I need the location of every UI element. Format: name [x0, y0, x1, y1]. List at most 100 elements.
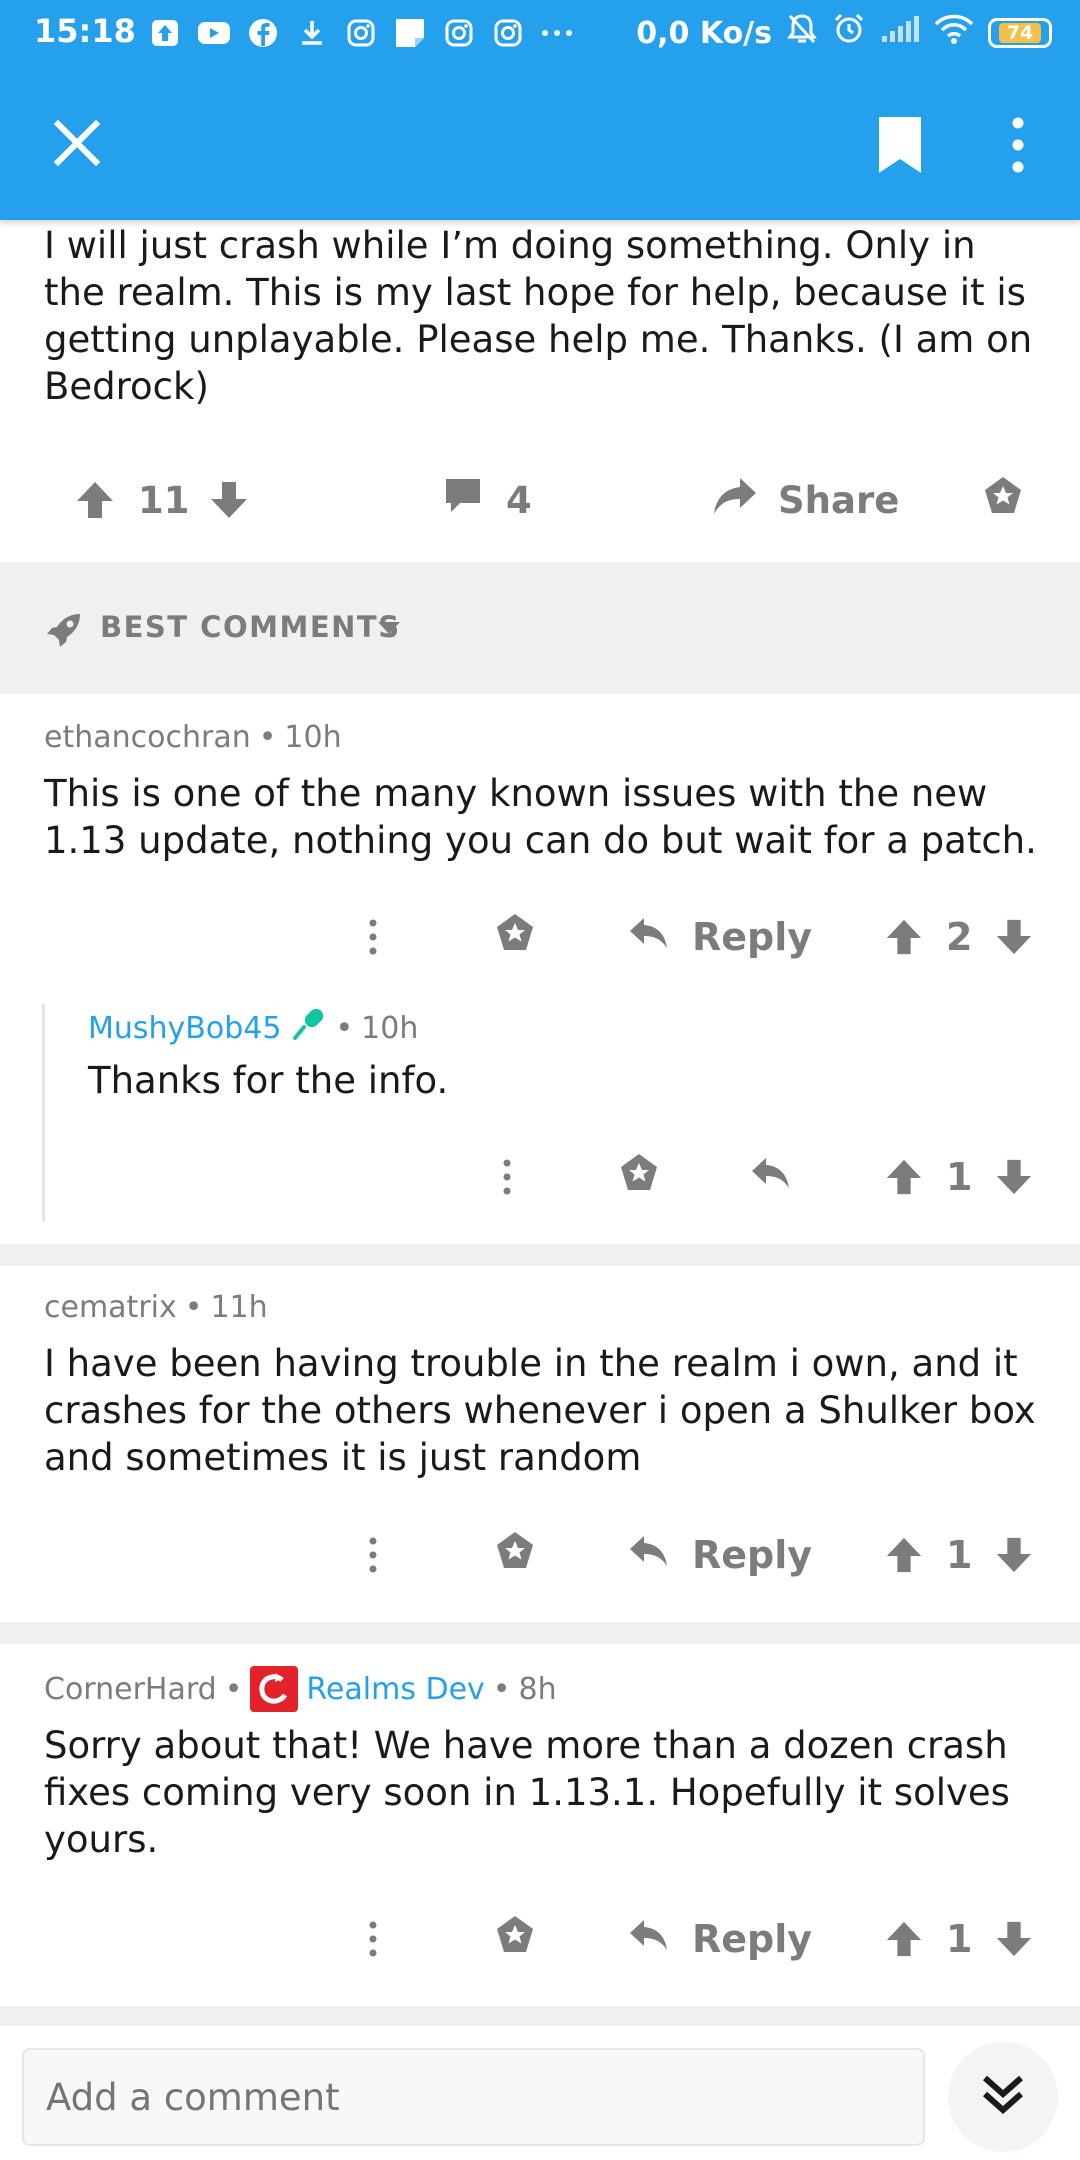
op-mic-icon	[291, 1006, 327, 1050]
comment-time: 11h	[210, 1290, 268, 1325]
comment-divider	[0, 1622, 1080, 1644]
signal-icon	[880, 14, 920, 52]
share-label: Share	[778, 478, 900, 522]
award-button[interactable]	[494, 902, 536, 972]
alarm-icon	[832, 12, 866, 54]
comment-score: 1	[946, 1917, 973, 1961]
comment-icon	[442, 476, 484, 525]
comment-body: Sorry about that! We have more than a do…	[44, 1724, 1010, 1861]
upvote-button[interactable]	[884, 1142, 924, 1212]
app-header: 15:18 0,0 Ko/s 74	[0, 0, 1080, 220]
comment-time: 10h	[284, 720, 342, 755]
comment-more-button[interactable]	[366, 1520, 380, 1590]
comment-body: This is one of the many known issues wit…	[44, 772, 1037, 862]
upload-icon	[148, 16, 182, 50]
wifi-icon	[934, 13, 974, 53]
meta-separator: •	[258, 720, 277, 755]
more-dots-icon	[540, 16, 574, 50]
share-button[interactable]: Share	[712, 460, 899, 540]
award-icon	[618, 1152, 660, 1203]
status-right: 0,0 Ko/s 74	[636, 12, 1052, 54]
reply-icon	[628, 1917, 670, 1962]
comment-time: 8h	[518, 1671, 557, 1707]
instagram-icon	[442, 16, 476, 50]
downvote-button[interactable]	[994, 1142, 1034, 1212]
upvote-button[interactable]	[884, 1904, 924, 1974]
comment-author[interactable]: MushyBob45	[88, 1011, 281, 1046]
comment-meta: MushyBob45 • 10h	[88, 1006, 418, 1050]
realms-logo-icon	[250, 1666, 299, 1712]
rocket-icon	[44, 610, 84, 654]
reply-icon	[750, 1155, 792, 1200]
add-comment-input[interactable]	[22, 2048, 925, 2146]
comment-author[interactable]: CornerHard	[44, 1672, 217, 1707]
reply-label: Reply	[692, 1917, 813, 1961]
award-button[interactable]	[982, 460, 1024, 540]
downvote-button[interactable]	[994, 1520, 1034, 1590]
comment-score: 1	[946, 1533, 973, 1577]
status-time: 15:18	[34, 12, 136, 50]
battery-level: 74	[998, 23, 1042, 43]
post-action-bar: 11 4 Share	[0, 460, 1080, 540]
reply-label: Reply	[692, 1533, 813, 1577]
meta-separator: •	[184, 1290, 203, 1325]
award-icon	[494, 1914, 536, 1965]
bookmark-icon[interactable]	[875, 115, 925, 175]
upvote-button[interactable]	[884, 1520, 924, 1590]
downvote-button[interactable]	[994, 1904, 1034, 1974]
reply-label: Reply	[692, 915, 813, 959]
comment-more-button[interactable]	[366, 902, 380, 972]
post-score: 11	[138, 478, 190, 522]
comment-meta: ethancochran • 10h	[44, 720, 342, 755]
reply-button[interactable]: Reply	[628, 1520, 812, 1590]
comments-button[interactable]: 4	[442, 460, 532, 540]
comment-action-bar: 1	[0, 1142, 1080, 1212]
instagram-icon	[344, 16, 378, 50]
comment-action-bar: Reply 2	[0, 902, 1080, 972]
comment-meta: CornerHard • Realms Dev • 8h	[44, 1666, 557, 1712]
comment-composer	[0, 2024, 1080, 2160]
post-body: I will just crash while I’m doing someth…	[44, 224, 1033, 408]
notification-icons	[148, 16, 574, 50]
instagram-icon	[491, 16, 525, 50]
comment-more-button[interactable]	[500, 1142, 514, 1212]
award-button[interactable]	[494, 1904, 536, 1974]
reply-icon	[628, 915, 670, 960]
downvote-button[interactable]	[208, 460, 250, 540]
meta-separator: •	[224, 1671, 243, 1707]
comment-author[interactable]: cematrix	[44, 1290, 177, 1325]
reply-button[interactable]: Reply	[628, 1904, 812, 1974]
facebook-icon	[246, 16, 280, 50]
award-button[interactable]	[618, 1142, 660, 1212]
award-icon	[494, 1530, 536, 1581]
upvote-button[interactable]	[74, 460, 116, 540]
sort-label: BEST COMMENTS	[100, 610, 401, 644]
mute-icon	[786, 12, 818, 54]
comment-more-button[interactable]	[366, 1904, 380, 1974]
comment-action-bar: Reply 1	[0, 1904, 1080, 1974]
comment-action-bar: Reply 1	[0, 1520, 1080, 1590]
youtube-icon	[197, 16, 231, 50]
comment-sort-bar[interactable]: BEST COMMENTS	[0, 562, 1080, 694]
comment-score: 2	[946, 915, 973, 959]
double-chevron-down-icon	[980, 2072, 1026, 2122]
more-vertical-icon[interactable]	[1000, 115, 1036, 175]
comment-author[interactable]: ethancochran	[44, 720, 251, 755]
reply-icon	[628, 1533, 670, 1578]
award-icon	[494, 912, 536, 963]
comment-meta: cematrix • 11h	[44, 1290, 268, 1325]
reply-button[interactable]: Reply	[628, 902, 812, 972]
comment-score: 1	[946, 1155, 973, 1199]
close-icon[interactable]	[52, 118, 102, 168]
next-comment-button[interactable]	[948, 2042, 1058, 2152]
comment-body: I have been having trouble in the realm …	[44, 1342, 1036, 1479]
battery-icon: 74	[988, 18, 1052, 48]
notes-icon	[393, 16, 427, 50]
downvote-button[interactable]	[994, 902, 1034, 972]
meta-separator: •	[335, 1010, 354, 1046]
upvote-button[interactable]	[884, 902, 924, 972]
reply-button[interactable]	[750, 1142, 792, 1212]
comment-divider	[0, 1244, 1080, 1266]
award-button[interactable]	[494, 1520, 536, 1590]
download-icon	[295, 16, 329, 50]
